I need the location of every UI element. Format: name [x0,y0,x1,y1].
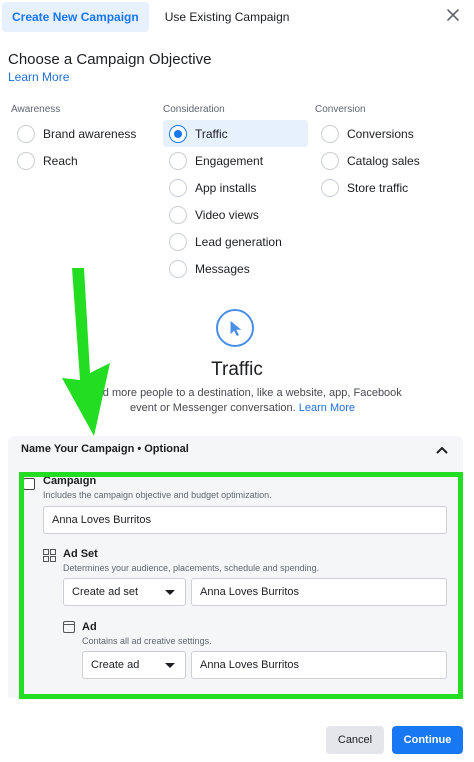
cancel-button[interactable]: Cancel [326,726,384,754]
objective-label: Traffic [195,126,228,141]
objective-messages[interactable]: Messages [163,255,313,282]
objective-store-traffic[interactable]: Store traffic [315,174,465,201]
radio-button[interactable] [169,205,187,224]
objective-learn-more-link[interactable]: Learn More [299,402,355,414]
awareness-heading: Awareness [11,104,61,115]
radio-button[interactable] [169,178,187,197]
consideration-heading: Consideration [163,104,225,115]
chevron-up-icon[interactable] [435,444,449,456]
objective-app-installs[interactable]: App installs [163,174,313,201]
objective-brand-awareness[interactable]: Brand awareness [11,120,161,147]
awareness-column: Awareness Brand awareness Reach [11,104,161,174]
annotation-arrow-icon [62,268,110,436]
objective-lead-generation[interactable]: Lead generation [163,228,313,255]
radio-button[interactable] [169,259,187,278]
radio-button[interactable] [169,232,187,251]
radio-button[interactable] [321,151,339,170]
tab-bar: Create New Campaign Use Existing Campaig… [2,2,474,32]
continue-button[interactable]: Continue [392,726,463,754]
page-title: Choose a Campaign Objective [8,51,212,68]
conversion-heading: Conversion [315,104,366,115]
objective-label: Reach [43,153,78,168]
radio-button-selected[interactable] [169,124,187,143]
radio-button[interactable] [17,151,35,170]
objective-conversions[interactable]: Conversions [315,120,465,147]
consideration-column: Consideration Traffic Engagement App ins… [163,104,313,282]
conversion-column: Conversion Conversions Catalog sales Sto… [315,104,465,201]
objective-catalog-sales[interactable]: Catalog sales [315,147,465,174]
objective-reach[interactable]: Reach [11,147,161,174]
cursor-icon [216,309,254,347]
objective-label: Messages [195,261,250,276]
objective-video-views[interactable]: Video views [163,201,313,228]
objective-label: Brand awareness [43,126,137,141]
objective-label: Conversions [347,126,414,141]
objective-label: Catalog sales [347,153,420,168]
objective-label: Lead generation [195,234,282,249]
learn-more-link[interactable]: Learn More [8,70,69,84]
panel-heading: Name Your Campaign • Optional [21,443,189,455]
radio-button[interactable] [17,124,35,143]
radio-button[interactable] [321,178,339,197]
highlight-box [19,472,463,699]
objective-label: Store traffic [347,180,409,195]
radio-button[interactable] [169,151,187,170]
objective-traffic[interactable]: Traffic [163,120,308,147]
objective-label: Video views [195,207,259,222]
tab-create-new-campaign[interactable]: Create New Campaign [2,2,149,32]
objective-label: App installs [195,180,257,195]
close-icon[interactable] [446,8,460,22]
radio-button[interactable] [321,124,339,143]
objective-label: Engagement [195,153,264,168]
tab-use-existing-campaign[interactable]: Use Existing Campaign [155,2,300,32]
objective-engagement[interactable]: Engagement [163,147,313,174]
